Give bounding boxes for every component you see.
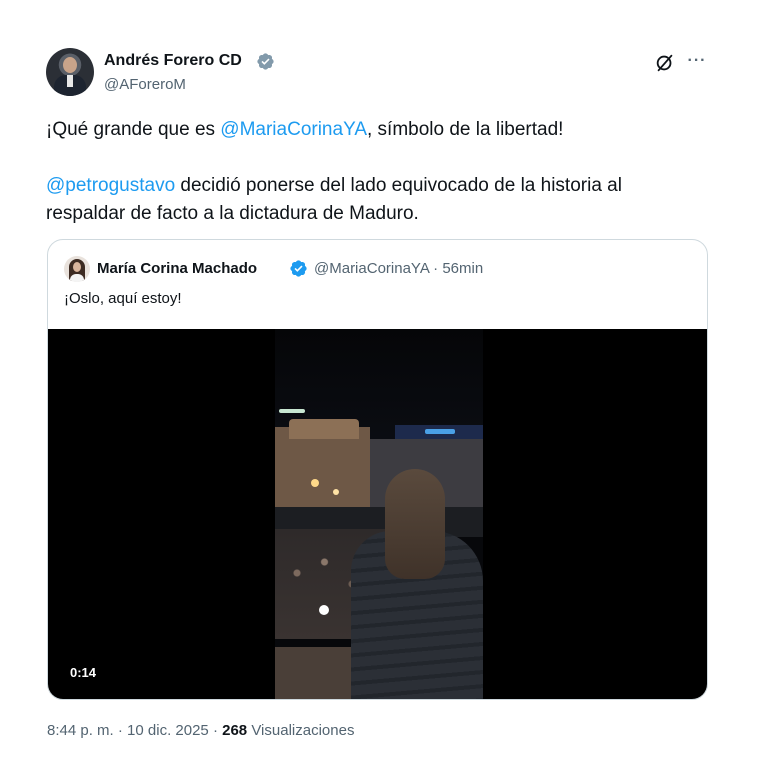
author-avatar[interactable] [46,48,94,96]
verified-badge-icon [290,260,307,277]
tweet-date[interactable]: 10 dic. 2025 [127,722,209,739]
video-frame [275,329,483,699]
quoted-author-name[interactable]: María Corina Machado [97,260,257,277]
video-light [311,479,319,487]
tweet-text-after: , símbolo de la libertad! [367,119,564,140]
video-duration: 0:14 [70,665,97,680]
tweet-text-before: ¡Qué grande que es [46,119,221,140]
separator: · [433,260,439,277]
grok-icon[interactable] [654,52,676,74]
tweet-time[interactable]: 8:44 p. m. [47,722,114,739]
quoted-meta: @MariaCorinaYA · 56min [314,260,483,277]
quoted-tweet-text: ¡Oslo, aquí estoy! [64,290,182,307]
video-light [425,429,455,434]
views-count: 268 [222,722,248,739]
video-person [351,469,483,699]
separator: · [117,722,123,739]
avatar-face [63,57,77,73]
video-person-hair [385,469,445,579]
quoted-author-handle[interactable]: @MariaCorinaYA [314,260,429,277]
video-building [289,419,359,439]
avatar-body [70,274,84,282]
author-name[interactable]: Andrés Forero CD [104,52,242,70]
video-player[interactable]: 0:14 [48,329,707,699]
more-icon[interactable]: ··· [686,52,708,72]
tweet-text-line2: @petrogustavo decidió ponerse del lado e… [46,172,696,228]
avatar-face [73,262,81,272]
mention-link[interactable]: @MariaCorinaYA [220,119,367,140]
author-handle[interactable]: @AForeroM [104,76,186,93]
avatar-shirt [67,75,73,87]
tweet: Andrés Forero CD @AForeroM ··· ¡Qué gran… [0,0,781,760]
tweet-footer: 8:44 p. m. · 10 dic. 2025 · 268 Visualiz… [47,722,354,739]
video-light [333,489,339,495]
quoted-tweet[interactable]: María Corina Machado @MariaCorinaYA · 56… [47,239,708,700]
separator: · [212,722,218,739]
mention-link[interactable]: @petrogustavo [46,175,175,196]
verified-badge-icon [257,53,274,70]
tweet-text-line1: ¡Qué grande que es @MariaCorinaYA, símbo… [46,116,563,144]
quoted-timestamp[interactable]: 56min [442,260,483,277]
video-light [319,605,329,615]
video-light [279,409,305,413]
views-label: Visualizaciones [251,722,355,739]
quoted-author-avatar[interactable] [64,256,90,282]
